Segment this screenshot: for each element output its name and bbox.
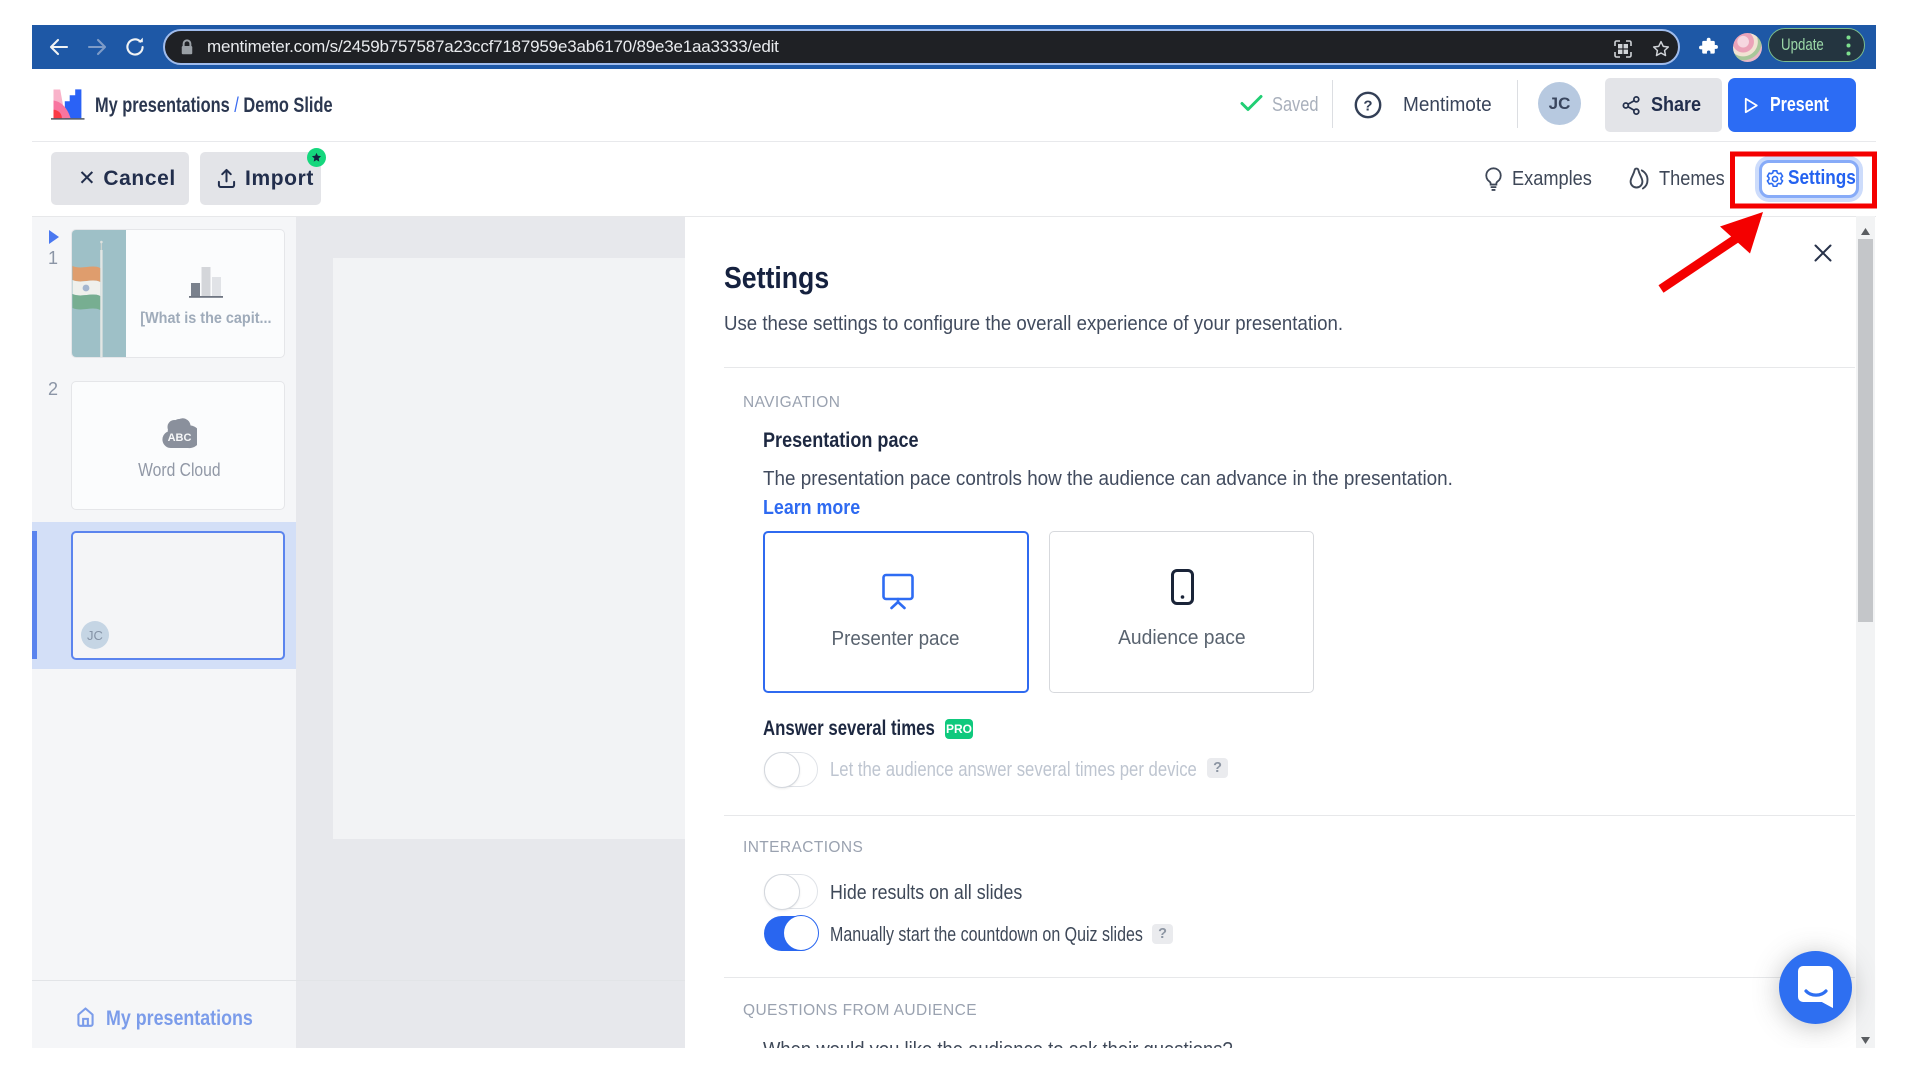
- svg-text:ABC: ABC: [168, 432, 192, 444]
- svg-text:?: ?: [1363, 98, 1372, 115]
